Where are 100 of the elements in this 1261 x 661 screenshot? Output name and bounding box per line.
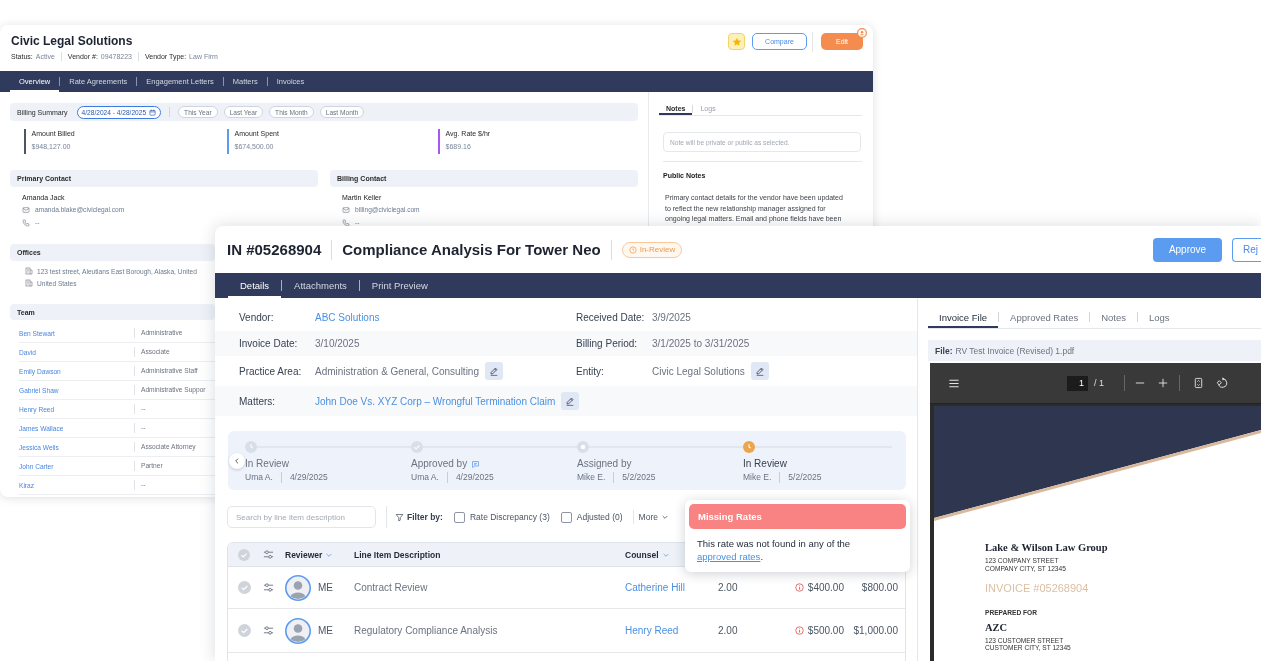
field-label: Billing Period: xyxy=(576,338,638,349)
edit-button[interactable] xyxy=(561,392,580,410)
table-cell: Regulatory Compliance Analysis xyxy=(354,625,498,636)
table-cell: 2.00 xyxy=(718,625,738,636)
filter-label: Filter by: xyxy=(407,512,443,522)
check-circle-icon[interactable] xyxy=(237,624,251,637)
step-title: Approved by xyxy=(411,458,468,470)
status-text: In-Review xyxy=(639,245,676,254)
chevron-left-icon xyxy=(233,457,241,465)
popover-title: Missing Rates xyxy=(689,504,906,529)
field-label: Invoice Date: xyxy=(239,338,298,349)
step-date: 4/29/2025 xyxy=(446,472,494,483)
menu-icon[interactable] xyxy=(948,377,960,389)
field-label: Entity: xyxy=(576,365,604,377)
more-button[interactable]: More xyxy=(638,512,669,522)
table-cell: $800.00 xyxy=(861,582,898,593)
calendar-icon xyxy=(149,108,157,116)
info-icon[interactable] xyxy=(794,626,804,635)
plus-icon[interactable] xyxy=(1158,378,1168,388)
edit-button[interactable] xyxy=(750,362,769,380)
vendor-title: Civic Legal Solutions xyxy=(11,34,133,49)
column-header: Reviewer xyxy=(285,549,323,560)
popover-message: This rate was not found in any of the approved rates. xyxy=(697,537,852,563)
tab[interactable]: Approved Rates xyxy=(999,306,1090,328)
step-title: In Review xyxy=(245,458,289,470)
field-value: Administration & General, Consulting xyxy=(315,365,479,377)
pencil-icon xyxy=(489,366,499,376)
field-label: Vendor: xyxy=(239,311,274,323)
pencil-icon xyxy=(565,396,576,406)
field-label: Practice Area: xyxy=(239,365,302,377)
clock-icon xyxy=(628,245,637,254)
rotate-icon[interactable] xyxy=(1216,377,1228,389)
invoice-title: Compliance Analysis For Tower Neo xyxy=(342,241,601,258)
mail-icon xyxy=(342,205,350,214)
field-value: 3/1/2025 to 3/31/2025 xyxy=(652,338,750,349)
star-icon xyxy=(731,36,742,47)
field-value: Civic Legal Solutions xyxy=(652,365,745,377)
mail-icon xyxy=(22,205,30,214)
building-icon xyxy=(25,279,33,287)
sliders-icon[interactable] xyxy=(262,625,274,636)
step-title: In Review xyxy=(743,458,787,470)
table-cell: $500.00 xyxy=(807,625,844,636)
user-badge-icon xyxy=(857,28,867,38)
step-date: 4/29/2025 xyxy=(280,472,328,483)
phone-icon xyxy=(22,218,30,227)
checkbox-label: Rate Discrepancy (3) xyxy=(469,512,550,522)
tab[interactable]: Logs xyxy=(1138,306,1181,328)
tab[interactable]: Attachments xyxy=(282,273,359,298)
page-field[interactable]: 1 xyxy=(1067,375,1088,391)
approve-button[interactable]: Approve xyxy=(1153,237,1222,262)
sliders-icon[interactable] xyxy=(262,549,274,560)
field-link[interactable]: John Doe Vs. XYZ Corp – Wrongful Termination Claim xyxy=(315,395,556,407)
step-date: 5/2/2025 xyxy=(613,472,656,483)
avatar-icon xyxy=(285,574,311,601)
field-label: Matters: xyxy=(239,395,276,407)
page-count: / 1 xyxy=(1094,378,1104,388)
favorite-button[interactable] xyxy=(728,33,745,50)
check-circle-icon[interactable] xyxy=(237,581,251,594)
search-field[interactable]: Search by line item description xyxy=(227,506,376,528)
counsel-link[interactable]: Catherine Hill xyxy=(625,582,686,593)
table-cell: ME xyxy=(318,625,333,636)
tab[interactable]: Details xyxy=(228,273,282,298)
step-person: Uma A. xyxy=(245,472,273,483)
fit-page-icon[interactable] xyxy=(1193,377,1204,389)
filter-icon xyxy=(395,512,404,522)
step-date: 5/2/2025 xyxy=(779,472,822,483)
counsel-link[interactable]: Henry Reed xyxy=(625,625,679,636)
table-cell: $400.00 xyxy=(807,582,844,593)
table-cell: Contract Review xyxy=(354,582,428,593)
field-label: Received Date: xyxy=(576,311,645,323)
reject-button[interactable]: Rej xyxy=(1232,237,1261,262)
checkbox[interactable] xyxy=(560,511,572,523)
pencil-icon xyxy=(754,366,765,376)
step-person: Mike E. xyxy=(577,472,606,483)
step-person: Uma A. xyxy=(411,472,439,483)
field-link[interactable]: ABC Solutions xyxy=(315,311,380,323)
invoice-number: IN #05268904 xyxy=(227,241,322,258)
column-header: Line Item Description xyxy=(354,549,441,560)
field-value: 3/10/2025 xyxy=(315,338,360,349)
edit-button[interactable] xyxy=(485,362,503,380)
column-header: Counsel xyxy=(625,549,659,560)
step-title: Assigned by xyxy=(577,458,632,470)
document-heading: AZC xyxy=(985,621,1008,634)
checkbox-label: Adjusted (0) xyxy=(576,512,623,522)
table-cell: ME xyxy=(318,582,333,593)
sliders-icon[interactable] xyxy=(262,582,274,593)
file-name: RV Test Invoice (Revised) 1.pdf xyxy=(955,345,1075,356)
tab[interactable]: Print Preview xyxy=(359,273,440,298)
step-person: Mike E. xyxy=(743,472,772,483)
avatar-icon xyxy=(285,617,311,644)
tab[interactable]: Invoice File xyxy=(928,306,999,328)
scroll-left-button[interactable] xyxy=(229,453,245,469)
checkbox[interactable] xyxy=(453,511,465,523)
info-icon[interactable] xyxy=(794,583,804,592)
chevron-down-icon xyxy=(660,513,669,521)
comment-icon[interactable] xyxy=(471,459,481,469)
building-icon xyxy=(25,267,33,275)
phone-icon xyxy=(342,218,350,227)
tab[interactable]: Notes xyxy=(1090,306,1137,328)
table-cell: $1,000.00 xyxy=(853,625,898,636)
